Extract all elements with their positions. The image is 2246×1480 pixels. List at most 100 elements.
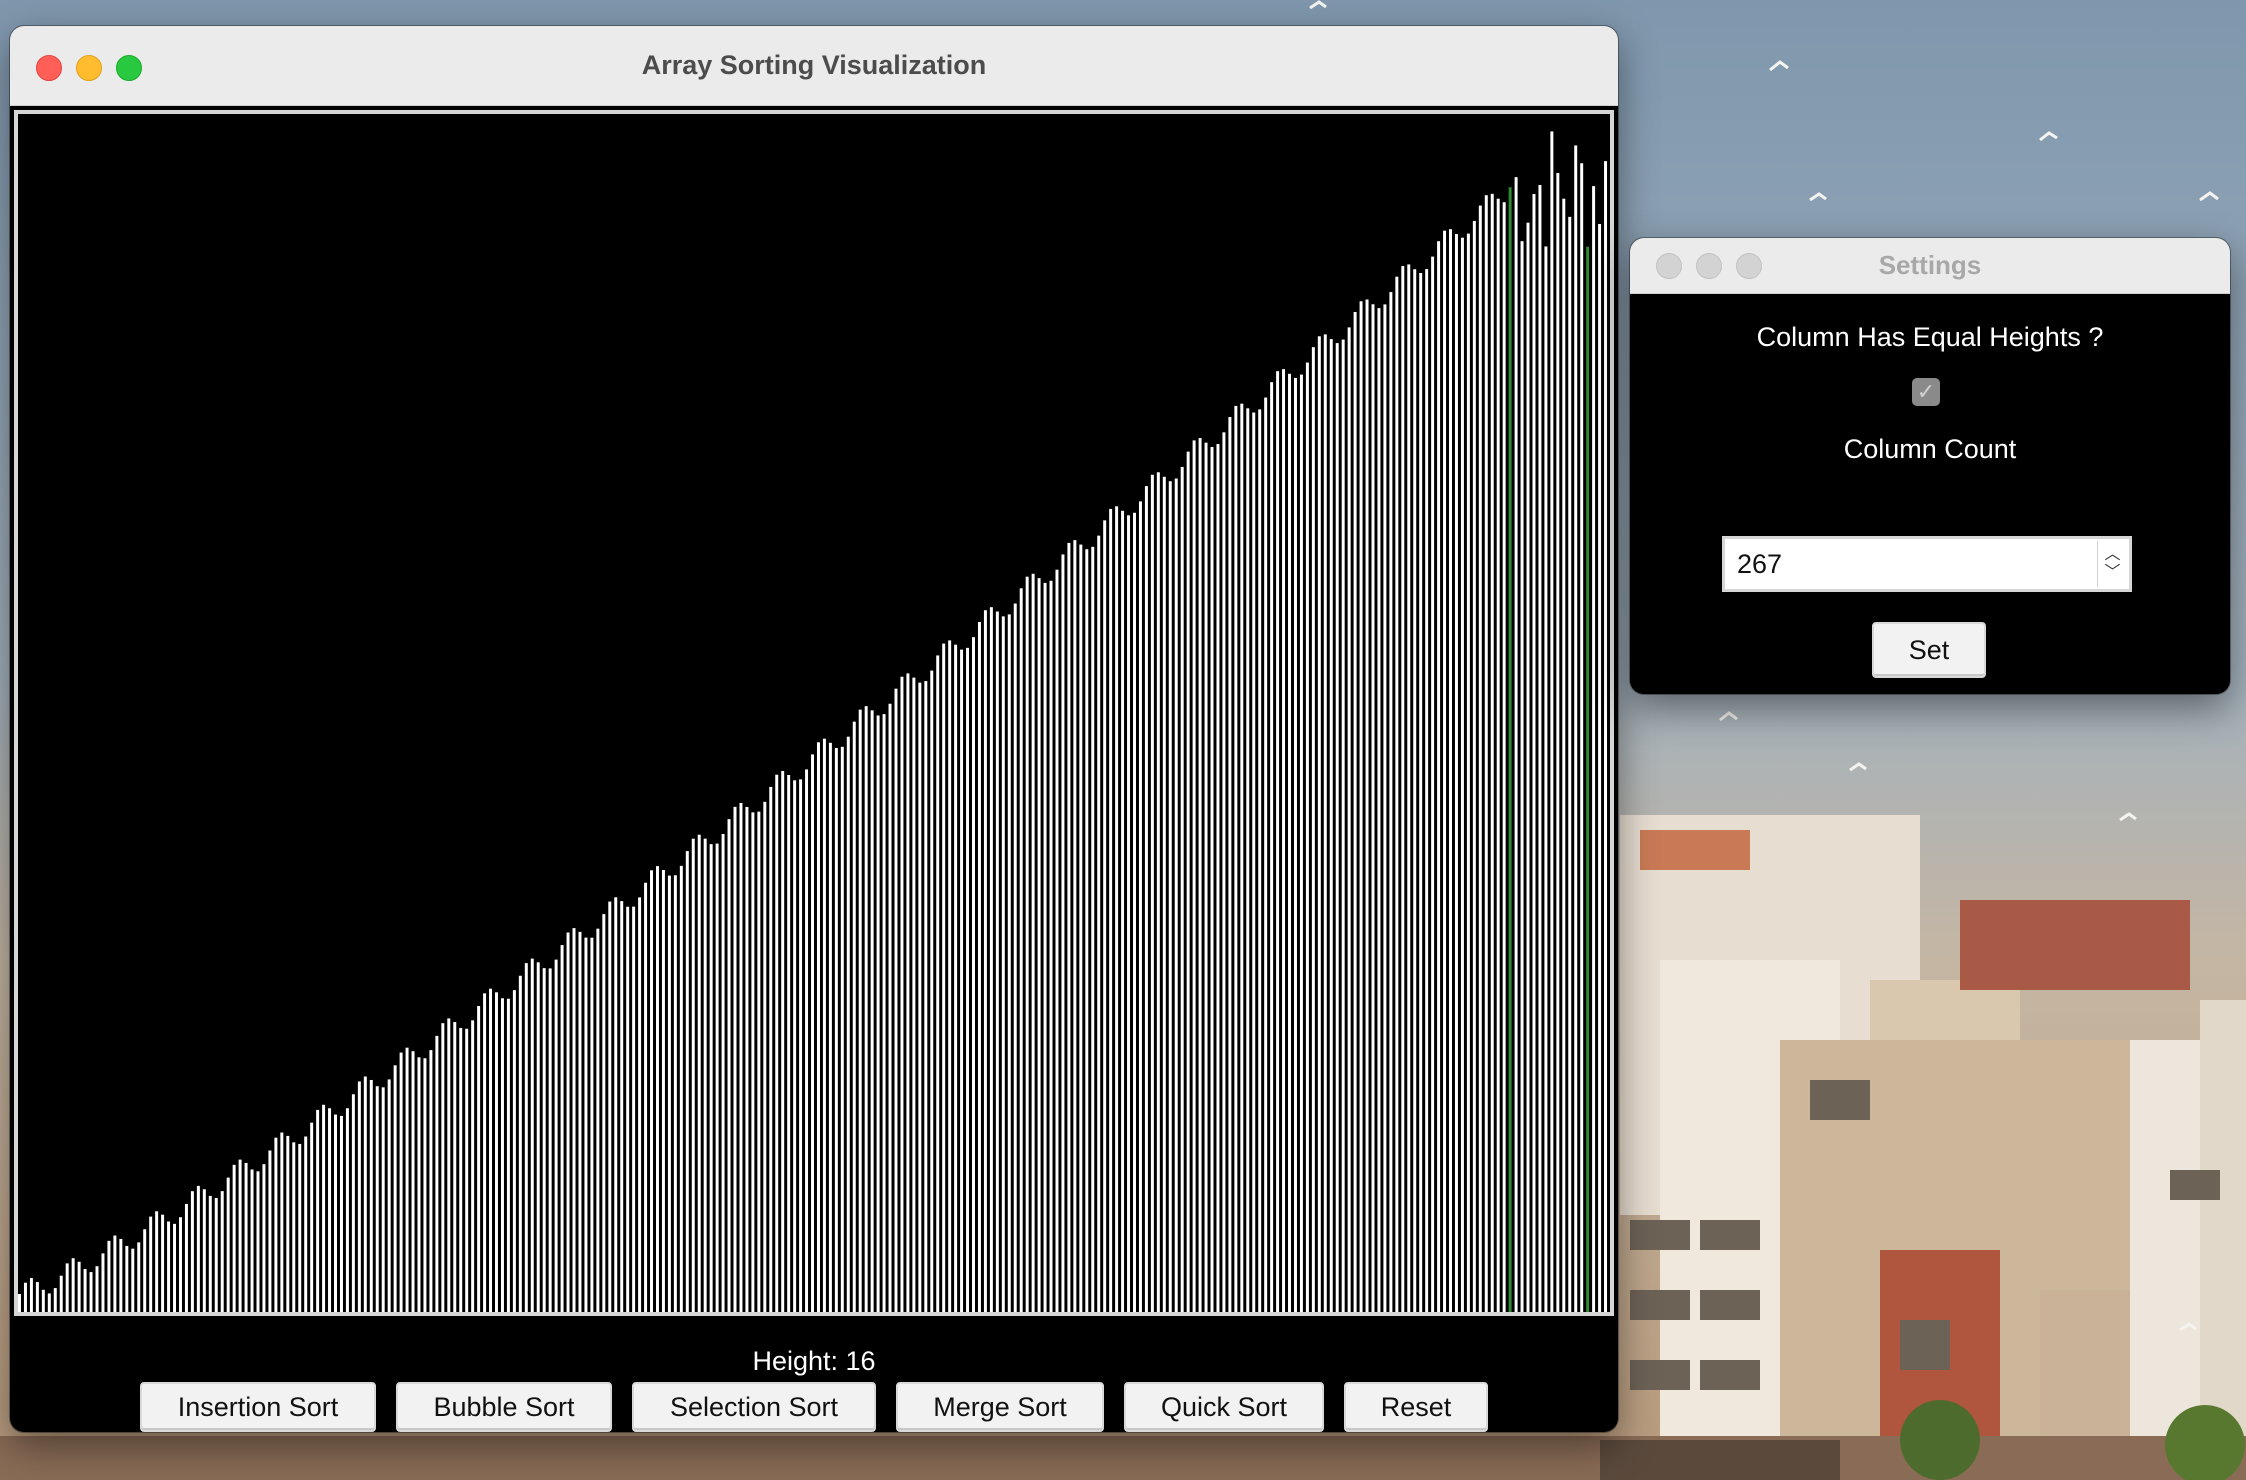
array-bar — [155, 1211, 159, 1312]
array-bar — [405, 1047, 409, 1312]
array-bar — [149, 1216, 153, 1312]
column-count-value: 267 — [1737, 549, 1783, 579]
array-bar — [1496, 198, 1500, 1312]
array-bar — [178, 1217, 182, 1312]
array-bar — [471, 1020, 475, 1312]
array-bar — [1264, 397, 1268, 1312]
array-bar — [1133, 512, 1136, 1312]
maximize-icon[interactable] — [1736, 253, 1762, 279]
array-bar — [1299, 374, 1303, 1312]
column-count-input[interactable]: 267 ︿ ﹀ — [1722, 536, 2132, 592]
array-bar — [739, 802, 743, 1312]
array-bar — [822, 738, 826, 1312]
array-bar — [1586, 246, 1590, 1312]
array-bar — [1234, 405, 1238, 1312]
array-bar — [1115, 506, 1119, 1312]
array-bar — [715, 843, 719, 1312]
array-bar — [1437, 241, 1441, 1312]
array-bar — [262, 1164, 266, 1312]
array-bar — [864, 706, 868, 1312]
array-bar — [417, 1057, 421, 1312]
set-button[interactable]: Set — [1872, 622, 1986, 678]
array-bar — [411, 1051, 415, 1312]
array-bar — [1454, 234, 1458, 1312]
chevron-up-icon[interactable]: ︿ — [2104, 546, 2120, 564]
array-bar — [1085, 549, 1089, 1312]
array-bar — [41, 1289, 45, 1312]
array-bar — [763, 801, 767, 1312]
array-bar — [1407, 264, 1411, 1312]
array-bar — [113, 1235, 117, 1312]
array-bar — [1252, 412, 1256, 1312]
array-bar — [47, 1293, 51, 1312]
array-bar — [1049, 580, 1053, 1312]
array-bar — [548, 968, 552, 1312]
window-title: Array Sorting Visualization — [641, 50, 987, 80]
chevron-down-icon[interactable]: ﹀ — [2104, 564, 2120, 582]
array-bar — [1258, 409, 1262, 1312]
array-bar — [1031, 573, 1035, 1312]
stepper-icon[interactable]: ︿ ﹀ — [2097, 541, 2127, 587]
array-bar — [1472, 220, 1476, 1312]
array-bar — [489, 988, 493, 1312]
array-bar — [834, 748, 838, 1312]
array-bar — [351, 1094, 355, 1312]
array-bar — [506, 998, 510, 1312]
minimize-icon[interactable] — [1696, 253, 1722, 279]
array-bar — [1061, 554, 1065, 1312]
selection-sort-button[interactable]: Selection Sort — [632, 1382, 876, 1432]
array-bar — [1323, 334, 1327, 1312]
array-bar — [733, 806, 737, 1312]
array-bar — [1502, 202, 1506, 1312]
array-bar — [244, 1162, 248, 1312]
array-bar — [954, 644, 958, 1312]
array-bar — [220, 1191, 224, 1312]
array-bar — [1604, 161, 1608, 1312]
array-bar — [137, 1242, 141, 1312]
array-bar — [101, 1253, 105, 1312]
equal-heights-checkbox[interactable]: ✓ — [1912, 378, 1940, 406]
array-bar — [1544, 246, 1548, 1312]
array-bar — [1198, 438, 1202, 1312]
array-bar — [1305, 362, 1309, 1312]
array-bar — [1508, 187, 1512, 1312]
array-bar — [1103, 520, 1107, 1312]
close-icon[interactable] — [1656, 253, 1682, 279]
minimize-icon[interactable] — [76, 55, 102, 81]
array-bar — [1568, 216, 1572, 1312]
array-bar — [882, 714, 886, 1312]
array-bar — [888, 703, 892, 1312]
array-bar — [274, 1137, 278, 1312]
array-bar — [1144, 486, 1148, 1312]
array-bar — [298, 1143, 302, 1312]
array-bar — [1174, 478, 1178, 1312]
array-bar — [500, 998, 504, 1312]
array-bar — [1121, 510, 1125, 1312]
maximize-icon[interactable] — [116, 55, 142, 81]
merge-sort-button[interactable]: Merge Sort — [896, 1382, 1104, 1432]
array-bar — [29, 1278, 33, 1312]
close-icon[interactable] — [36, 55, 62, 81]
array-bar — [1562, 198, 1566, 1312]
array-bar — [387, 1079, 391, 1312]
array-bar — [1067, 542, 1071, 1312]
array-bar — [1019, 588, 1023, 1312]
array-bar — [1383, 304, 1387, 1312]
main-window-titlebar[interactable]: Array Sorting Visualization — [10, 26, 1618, 106]
array-bar — [918, 682, 922, 1312]
array-bar — [1514, 177, 1518, 1312]
array-bar — [644, 882, 648, 1312]
bubble-sort-button[interactable]: Bubble Sort — [396, 1382, 612, 1432]
quick-sort-button[interactable]: Quick Sort — [1124, 1382, 1324, 1432]
array-bar — [721, 833, 725, 1312]
array-bar — [1192, 440, 1196, 1312]
insertion-sort-button[interactable]: Insertion Sort — [140, 1382, 376, 1432]
settings-titlebar[interactable]: Settings — [1630, 238, 2230, 294]
array-bar — [781, 770, 785, 1312]
array-bar — [1288, 373, 1291, 1312]
array-bar — [423, 1058, 427, 1312]
reset-button[interactable]: Reset — [1344, 1382, 1488, 1432]
array-bar — [196, 1185, 200, 1312]
array-bar — [602, 914, 606, 1312]
array-bar — [1478, 205, 1482, 1312]
